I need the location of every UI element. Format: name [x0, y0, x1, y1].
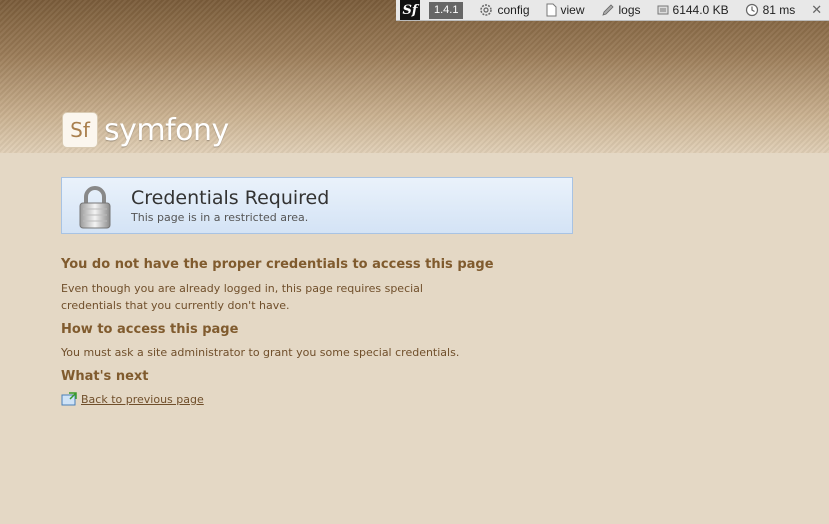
view-label: view	[560, 3, 585, 17]
memory-indicator[interactable]: 6144.0 KB	[657, 3, 729, 17]
config-button[interactable]: config	[479, 3, 530, 17]
close-icon[interactable]: ✕	[811, 2, 822, 18]
credentials-notice: Credentials Required This page is in a r…	[61, 177, 573, 234]
time-indicator[interactable]: 81 ms	[745, 3, 796, 17]
clock-icon	[745, 3, 758, 17]
memory-value: 6144.0 KB	[672, 3, 729, 17]
notice-subtitle: This page is in a restricted area.	[131, 211, 309, 224]
symfony-logo: Sf symfony	[62, 112, 229, 148]
back-to-previous-page-link[interactable]: Back to previous page	[81, 393, 204, 406]
notice-title: Credentials Required	[131, 187, 330, 209]
text-how-to-access: You must ask a site administrator to gra…	[61, 346, 460, 359]
text-no-credentials: Even though you are already logged in, t…	[61, 282, 423, 312]
debug-toolbar: Sf 1.4.1 config view logs 6144.0 KB 81 m…	[396, 0, 829, 21]
pencil-icon	[601, 4, 614, 16]
logo-mark: Sf	[62, 112, 98, 148]
heading-whats-next: What's next	[61, 369, 149, 384]
gear-icon	[480, 4, 493, 16]
back-arrow-icon	[61, 392, 77, 406]
logo-wordmark: symfony	[104, 112, 229, 148]
memory-icon	[657, 5, 669, 15]
config-label: config	[497, 3, 530, 17]
time-value: 81 ms	[762, 3, 796, 17]
heading-how-to-access: How to access this page	[61, 322, 239, 337]
view-button[interactable]: view	[546, 3, 585, 17]
document-icon	[546, 3, 556, 17]
back-link-row: Back to previous page	[61, 392, 204, 406]
logs-label: logs	[618, 3, 641, 17]
debug-toolbar-toggle[interactable]: Sf	[400, 0, 420, 20]
lock-icon	[79, 186, 111, 229]
heading-no-credentials: You do not have the proper credentials t…	[61, 257, 494, 272]
logs-button[interactable]: logs	[601, 3, 641, 17]
version-badge: 1.4.1	[429, 1, 464, 19]
